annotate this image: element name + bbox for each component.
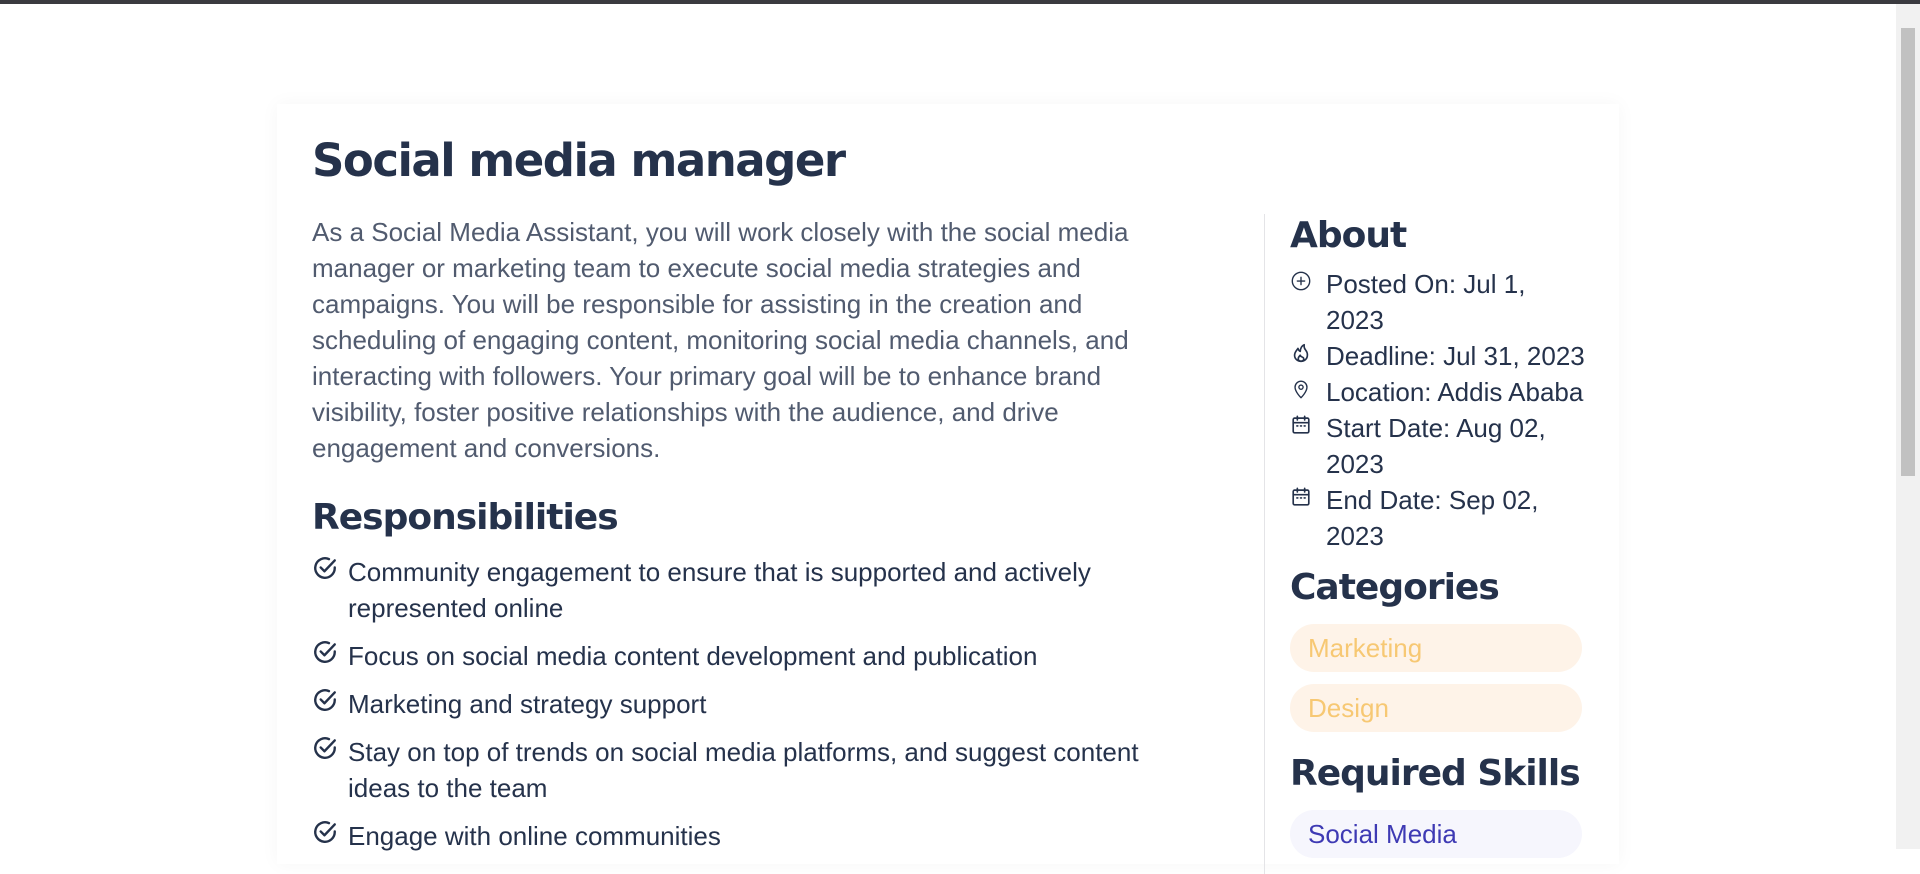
- check-circle-icon: [314, 557, 336, 579]
- skill-tag-social-media[interactable]: Social Media: [1290, 810, 1582, 858]
- browser-top-border: [0, 0, 1920, 4]
- location-pin-icon: [1294, 380, 1308, 399]
- responsibility-text: Marketing and strategy support: [348, 689, 707, 719]
- required-skills-heading: Required Skills: [1290, 753, 1581, 794]
- about-deadline: Deadline: Jul 31, 2023: [1290, 338, 1600, 374]
- calendar-icon: [1292, 415, 1310, 434]
- about-text: Posted On: Jul 1, 2023: [1326, 269, 1526, 335]
- plus-circle-icon: [1291, 271, 1311, 291]
- check-circle-icon: [314, 737, 336, 759]
- about-text: Deadline: Jul 31, 2023: [1326, 341, 1585, 371]
- about-end-date: End Date: Sep 02, 2023: [1290, 482, 1600, 554]
- categories-heading: Categories: [1290, 567, 1500, 608]
- responsibility-item: Marketing and strategy support: [312, 686, 1192, 722]
- responsibilities-heading: Responsibilities: [312, 497, 619, 538]
- about-heading: About: [1290, 215, 1407, 256]
- responsibility-item: Stay on top of trends on social media pl…: [312, 734, 1192, 806]
- calendar-icon: [1292, 487, 1310, 506]
- about-start-date: Start Date: Aug 02, 2023: [1290, 410, 1600, 482]
- responsibility-item: Community engagement to ensure that is s…: [312, 554, 1192, 626]
- column-divider: [1264, 214, 1265, 874]
- responsibilities-list: Community engagement to ensure that is s…: [312, 554, 1192, 854]
- about-text: Location: Addis Ababa: [1326, 377, 1584, 407]
- about-list: Posted On: Jul 1, 2023 Deadline: Jul 31,…: [1290, 266, 1600, 554]
- category-tag-design[interactable]: Design: [1290, 684, 1582, 732]
- category-tag-marketing[interactable]: Marketing: [1290, 624, 1582, 672]
- about-posted-on: Posted On: Jul 1, 2023: [1290, 266, 1600, 338]
- job-main-column: Social media manager As a Social Media A…: [312, 130, 1192, 866]
- check-circle-icon: [314, 821, 336, 843]
- about-text: Start Date: Aug 02, 2023: [1326, 413, 1546, 479]
- about-location: Location: Addis Ababa: [1290, 374, 1600, 410]
- fire-icon: [1293, 343, 1309, 363]
- check-circle-icon: [314, 641, 336, 663]
- responsibility-text: Stay on top of trends on social media pl…: [348, 737, 1139, 803]
- responsibility-text: Community engagement to ensure that is s…: [348, 557, 1091, 623]
- job-description: As a Social Media Assistant, you will wo…: [312, 217, 1129, 463]
- job-title: Social media manager: [312, 134, 846, 187]
- about-text: End Date: Sep 02, 2023: [1326, 485, 1539, 551]
- check-circle-icon: [314, 689, 336, 711]
- scrollbar-thumb[interactable]: [1901, 28, 1915, 476]
- responsibility-item: Focus on social media content developmen…: [312, 638, 1192, 674]
- job-details-card: Social media manager As a Social Media A…: [277, 104, 1619, 874]
- vertical-scrollbar[interactable]: [1896, 4, 1920, 849]
- job-sidebar: About Posted On: Jul 1, 2023 Deadline: J…: [1290, 212, 1600, 858]
- responsibility-text: Focus on social media content developmen…: [348, 641, 1038, 671]
